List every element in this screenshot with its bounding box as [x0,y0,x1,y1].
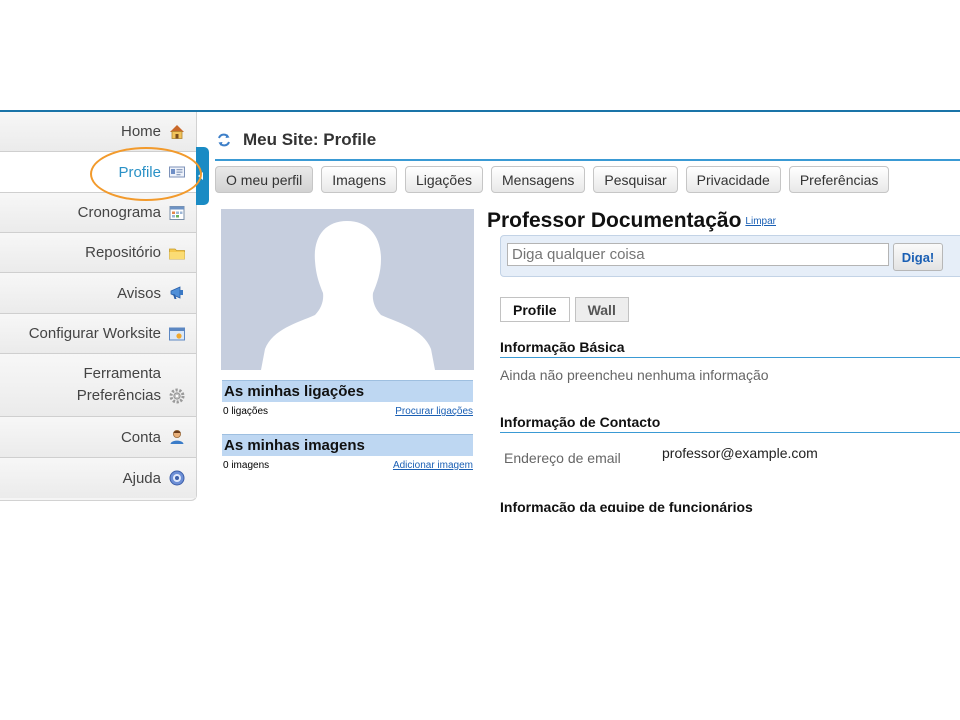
silhouette-icon [221,209,474,370]
images-row: 0 imagens Adicionar imagem [223,460,473,471]
contact-info-heading: Informação de Contacto [500,414,960,433]
sidebar-item-label: Profile [118,163,161,181]
active-item-indicator [196,147,209,205]
sidebar-item-label: Cronograma [77,204,161,221]
status-input[interactable] [507,243,889,266]
profile-name: Professor Documentação [487,209,742,232]
images-heading: As minhas imagens [222,434,473,456]
sidebar-item-label: Conta [120,428,161,446]
staff-info-heading: Informação da equipe de funcionários [500,499,753,512]
settings-window-icon [168,325,186,343]
connections-heading: As minhas ligações [222,380,473,402]
nav-button-preferencias[interactable]: Preferências [788,166,890,193]
screenshot-frame: Home Profile Cronograma Repositório Avis… [0,110,960,512]
nav-button-privacidade[interactable]: Privacidade [685,166,781,193]
sidebar-item-label: Ferramenta [83,365,161,382]
refresh-icon[interactable] [215,131,233,149]
sidebar-item-label: Configurar Worksite [28,325,161,342]
profile-card-icon [168,163,186,181]
profile-tabs: Profile Wall [500,297,629,322]
sidebar-item-label: Preferências [76,387,161,404]
tab-profile[interactable]: Profile [500,297,570,322]
sidebar-item-label-group: Ferramenta Preferências [77,363,161,407]
page-header: Meu Site: Profile [215,130,376,150]
add-image-link[interactable]: Adicionar imagem [393,460,473,471]
home-icon [168,123,186,141]
profile-name-row: Professor Documentação Limpar [487,209,776,233]
sidebar-item-profile[interactable]: Profile [0,152,196,193]
profile-photo-placeholder[interactable] [221,209,474,370]
email-value: professor@example.com [662,445,818,461]
page-title: Meu Site: Profile [243,130,377,149]
nav-button-o-meu-perfil[interactable]: O meu perfil [215,166,314,193]
sidebar-item-home[interactable]: Home [0,112,196,152]
calendar-icon [168,204,186,222]
main-content: Meu Site: Profile O meu perfil Imagens L… [215,112,960,512]
nav-button-ligacoes[interactable]: Ligações [404,166,483,193]
title-divider [215,159,960,161]
profile-toolbar: O meu perfil Imagens Ligações Mensagens … [215,166,890,193]
status-box: Diga! [500,235,960,277]
tab-wall[interactable]: Wall [574,297,629,322]
basic-info-empty-text: Ainda não preencheu nenhuma informação [500,367,769,383]
sidebar-item-conta[interactable]: Conta [0,417,196,458]
say-button[interactable]: Diga! [893,243,943,271]
megaphone-icon [168,284,186,302]
folder-icon [168,244,186,262]
sidebar-item-configurar-worksite[interactable]: Configurar Worksite [0,314,196,354]
nav-button-imagens[interactable]: Imagens [321,166,397,193]
sidebar-item-avisos[interactable]: Avisos [0,273,196,314]
sidebar-item-ferramenta-preferencias[interactable]: Ferramenta Preferências [0,354,196,417]
user-icon [168,428,186,446]
help-icon [168,469,186,487]
gear-icon [168,387,186,405]
nav-button-mensagens[interactable]: Mensagens [491,166,586,193]
nav-button-pesquisar[interactable]: Pesquisar [593,166,678,193]
sidebar-item-label: Home [120,123,161,140]
connections-count: 0 ligações [223,406,269,417]
connections-row: 0 ligações Procurar ligações [223,406,473,417]
sidebar: Home Profile Cronograma Repositório Avis… [0,112,197,501]
clear-status-link[interactable]: Limpar [745,216,776,227]
find-connections-link[interactable]: Procurar ligações [395,406,473,417]
sidebar-item-ajuda[interactable]: Ajuda [0,458,196,498]
sidebar-item-label: Repositório [85,244,161,261]
sidebar-item-repositorio[interactable]: Repositório [0,233,196,273]
images-count: 0 imagens [223,460,270,471]
sidebar-item-label: Ajuda [122,469,161,487]
sidebar-item-label: Avisos [117,284,161,302]
sidebar-item-cronograma[interactable]: Cronograma [0,193,196,233]
email-label: Endereço de email [504,450,621,466]
basic-info-heading: Informação Básica [500,339,960,358]
